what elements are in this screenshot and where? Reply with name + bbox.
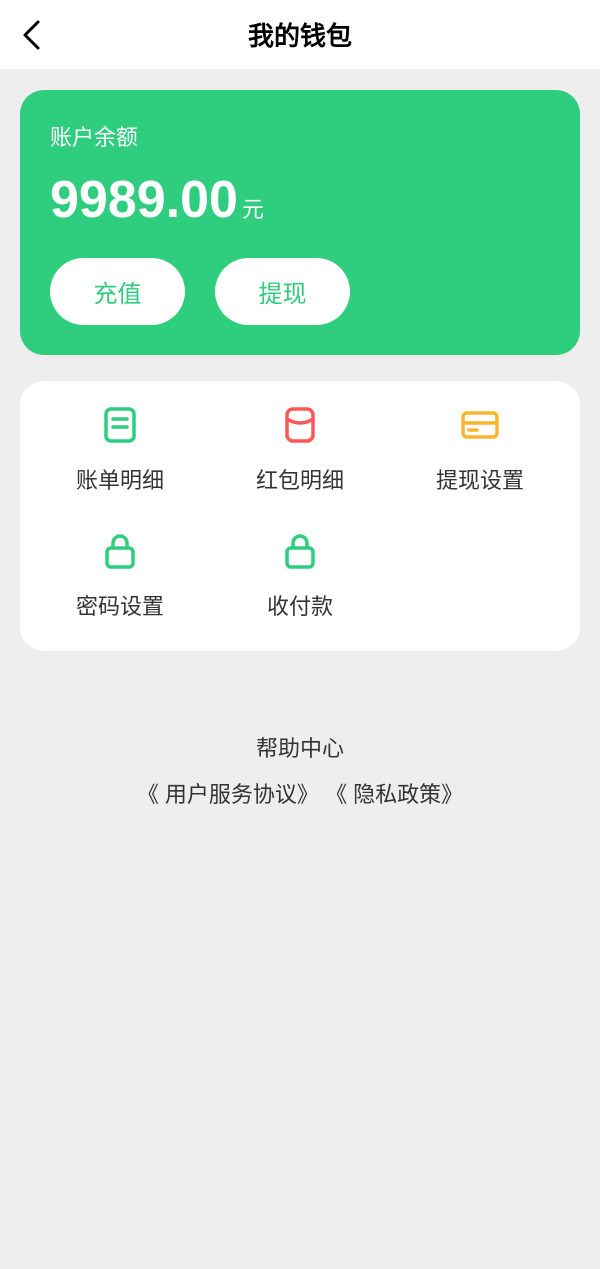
menu-item-bill-details[interactable]: 账单明细 bbox=[30, 403, 210, 495]
menu-label: 账单明细 bbox=[76, 463, 164, 495]
menu-item-pay-collect[interactable]: 收付款 bbox=[210, 529, 390, 621]
tos-link[interactable]: 《 用户服务协议》 bbox=[137, 782, 319, 807]
menu-item-withdraw-settings[interactable]: 提现设置 bbox=[390, 403, 570, 495]
balance-actions: 充值 提现 bbox=[50, 258, 550, 325]
chevron-left-icon bbox=[20, 18, 42, 52]
menu-item-password-settings[interactable]: 密码设置 bbox=[30, 529, 210, 621]
menu-label: 密码设置 bbox=[76, 589, 164, 621]
menu-label: 提现设置 bbox=[436, 463, 524, 495]
back-button[interactable] bbox=[20, 18, 42, 52]
withdraw-button[interactable]: 提现 bbox=[215, 258, 350, 325]
header: 我的钱包 bbox=[0, 0, 600, 70]
help-center-link[interactable]: 帮助中心 bbox=[20, 731, 580, 763]
balance-card: 账户余额 9989.00 元 充值 提现 bbox=[20, 90, 580, 355]
lock-icon bbox=[278, 529, 322, 573]
page-title: 我的钱包 bbox=[0, 16, 600, 53]
privacy-link[interactable]: 《 隐私政策》 bbox=[325, 782, 463, 807]
balance-amount: 9989.00 元 bbox=[50, 170, 550, 230]
bill-icon bbox=[98, 403, 142, 447]
menu-label: 收付款 bbox=[267, 589, 333, 621]
recharge-button[interactable]: 充值 bbox=[50, 258, 185, 325]
menu-item-redpacket-details[interactable]: 红包明细 bbox=[210, 403, 390, 495]
menu-label: 红包明细 bbox=[256, 463, 344, 495]
balance-label: 账户余额 bbox=[50, 120, 550, 152]
menu-card: 账单明细 红包明细 提现设置 bbox=[20, 381, 580, 651]
card-icon bbox=[458, 403, 502, 447]
policy-links: 《 用户服务协议》 《 隐私政策》 bbox=[20, 777, 580, 809]
redpacket-icon bbox=[278, 403, 322, 447]
balance-unit: 元 bbox=[242, 192, 264, 224]
lock-icon bbox=[98, 529, 142, 573]
balance-value: 9989.00 bbox=[50, 170, 238, 230]
content-area: 账户余额 9989.00 元 充值 提现 账单明细 bbox=[0, 70, 600, 1269]
